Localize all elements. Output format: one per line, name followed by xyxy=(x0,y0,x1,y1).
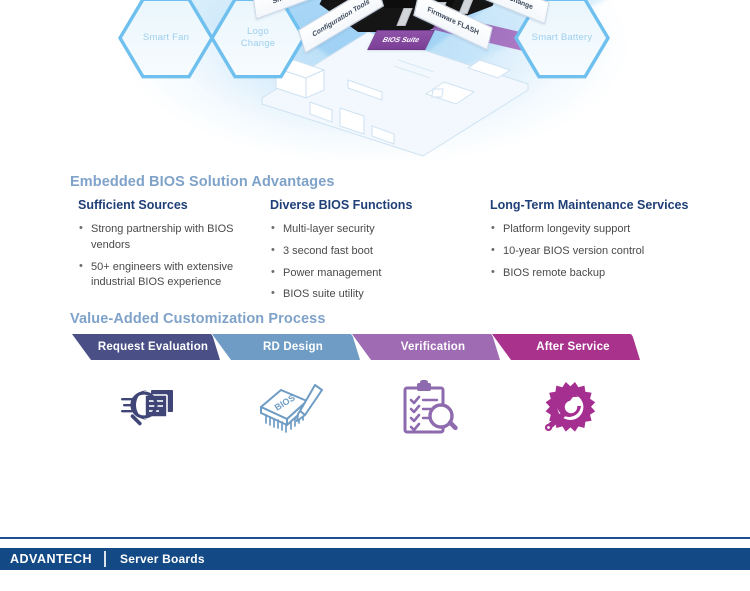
column-heading: Sufficient Sources xyxy=(78,198,188,212)
advantech-logo: ADVANTECH xyxy=(0,552,104,566)
step-icon-wrap xyxy=(72,366,230,450)
hexagon-label: Smart Fan xyxy=(142,32,190,44)
hexagon-inner: Smart Fan xyxy=(122,1,210,75)
process-step-rd-design[interactable]: RD Design BIOS xyxy=(212,334,370,457)
hero-diagram: Smart Fan Logo Change Smart Battery Shel… xyxy=(0,0,750,160)
advantages-column-long-term-maintenance: Long-Term Maintenance Services Platform … xyxy=(490,198,690,287)
footer-bar: ADVANTECH Server Boards xyxy=(0,548,750,570)
process-chevron-flow: Request Evaluation RD Design BIOS Verifi… xyxy=(72,334,672,459)
step-label: Request Evaluation xyxy=(97,341,209,353)
step-icon-wrap: BIOS xyxy=(212,366,370,450)
process-step-verification[interactable]: Verification xyxy=(352,334,510,457)
chevron-header: RD Design xyxy=(212,334,370,360)
step-icon-wrap xyxy=(492,366,650,450)
list-item: Platform longevity support xyxy=(490,221,690,238)
tile-label: BIOS Suite xyxy=(381,36,421,44)
column-heading: Long-Term Maintenance Services xyxy=(490,198,689,212)
column-list: Multi-layer security 3 second fast boot … xyxy=(270,221,470,304)
footer-category-label: Server Boards xyxy=(120,552,205,566)
footer-rule xyxy=(0,537,750,539)
list-item: BIOS suite utility xyxy=(270,286,470,303)
process-step-request-evaluation[interactable]: Request Evaluation xyxy=(72,334,230,457)
tile-bios-suite[interactable]: BIOS Suite xyxy=(367,30,435,50)
list-item: Power management xyxy=(270,265,470,282)
slide-page: Smart Fan Logo Change Smart Battery Shel… xyxy=(0,0,750,591)
magnifier-documents-icon xyxy=(121,390,173,426)
list-item: Strong partnership with BIOS vendors xyxy=(78,221,273,254)
step-icon-wrap xyxy=(352,366,510,450)
list-item: 10-year BIOS version control xyxy=(490,243,690,260)
column-heading: Diverse BIOS Functions xyxy=(270,198,413,212)
step-label: RD Design xyxy=(263,341,323,353)
hexagon-label: Logo Change xyxy=(240,26,276,49)
chevron-header: Verification xyxy=(352,334,510,360)
brand-text: ADVANTECH xyxy=(10,552,93,566)
step-label: Verification xyxy=(400,341,466,353)
process-step-after-service[interactable]: After Service xyxy=(492,334,650,457)
list-item: BIOS remote backup xyxy=(490,265,690,282)
step-label: After Service xyxy=(536,341,610,353)
list-item: 3 second fast boot xyxy=(270,243,470,260)
advantages-column-diverse-bios-functions: Diverse BIOS Functions Multi-layer secur… xyxy=(270,198,470,309)
footer-divider xyxy=(104,551,107,567)
list-item: 50+ engineers with extensive industrial … xyxy=(78,259,273,292)
bios-chip-pencil-icon: BIOS xyxy=(260,384,323,433)
clipboard-checklist-magnifier-icon xyxy=(403,380,458,434)
process-section-title: Value-Added Customization Process xyxy=(70,311,326,327)
chevron-header: After Service xyxy=(492,334,650,360)
advantages-section-title: Embedded BIOS Solution Advantages xyxy=(70,174,335,190)
chevron-header: Request Evaluation xyxy=(72,334,230,360)
hexagon-label: Smart Battery xyxy=(531,32,593,44)
column-list: Platform longevity support 10-year BIOS … xyxy=(490,221,690,282)
list-item: Multi-layer security xyxy=(270,221,470,238)
gear-wrench-icon xyxy=(544,382,596,432)
advantages-column-sufficient-sources: Sufficient Sources Strong partnership wi… xyxy=(78,198,273,297)
column-list: Strong partnership with BIOS vendors 50+… xyxy=(78,221,273,292)
